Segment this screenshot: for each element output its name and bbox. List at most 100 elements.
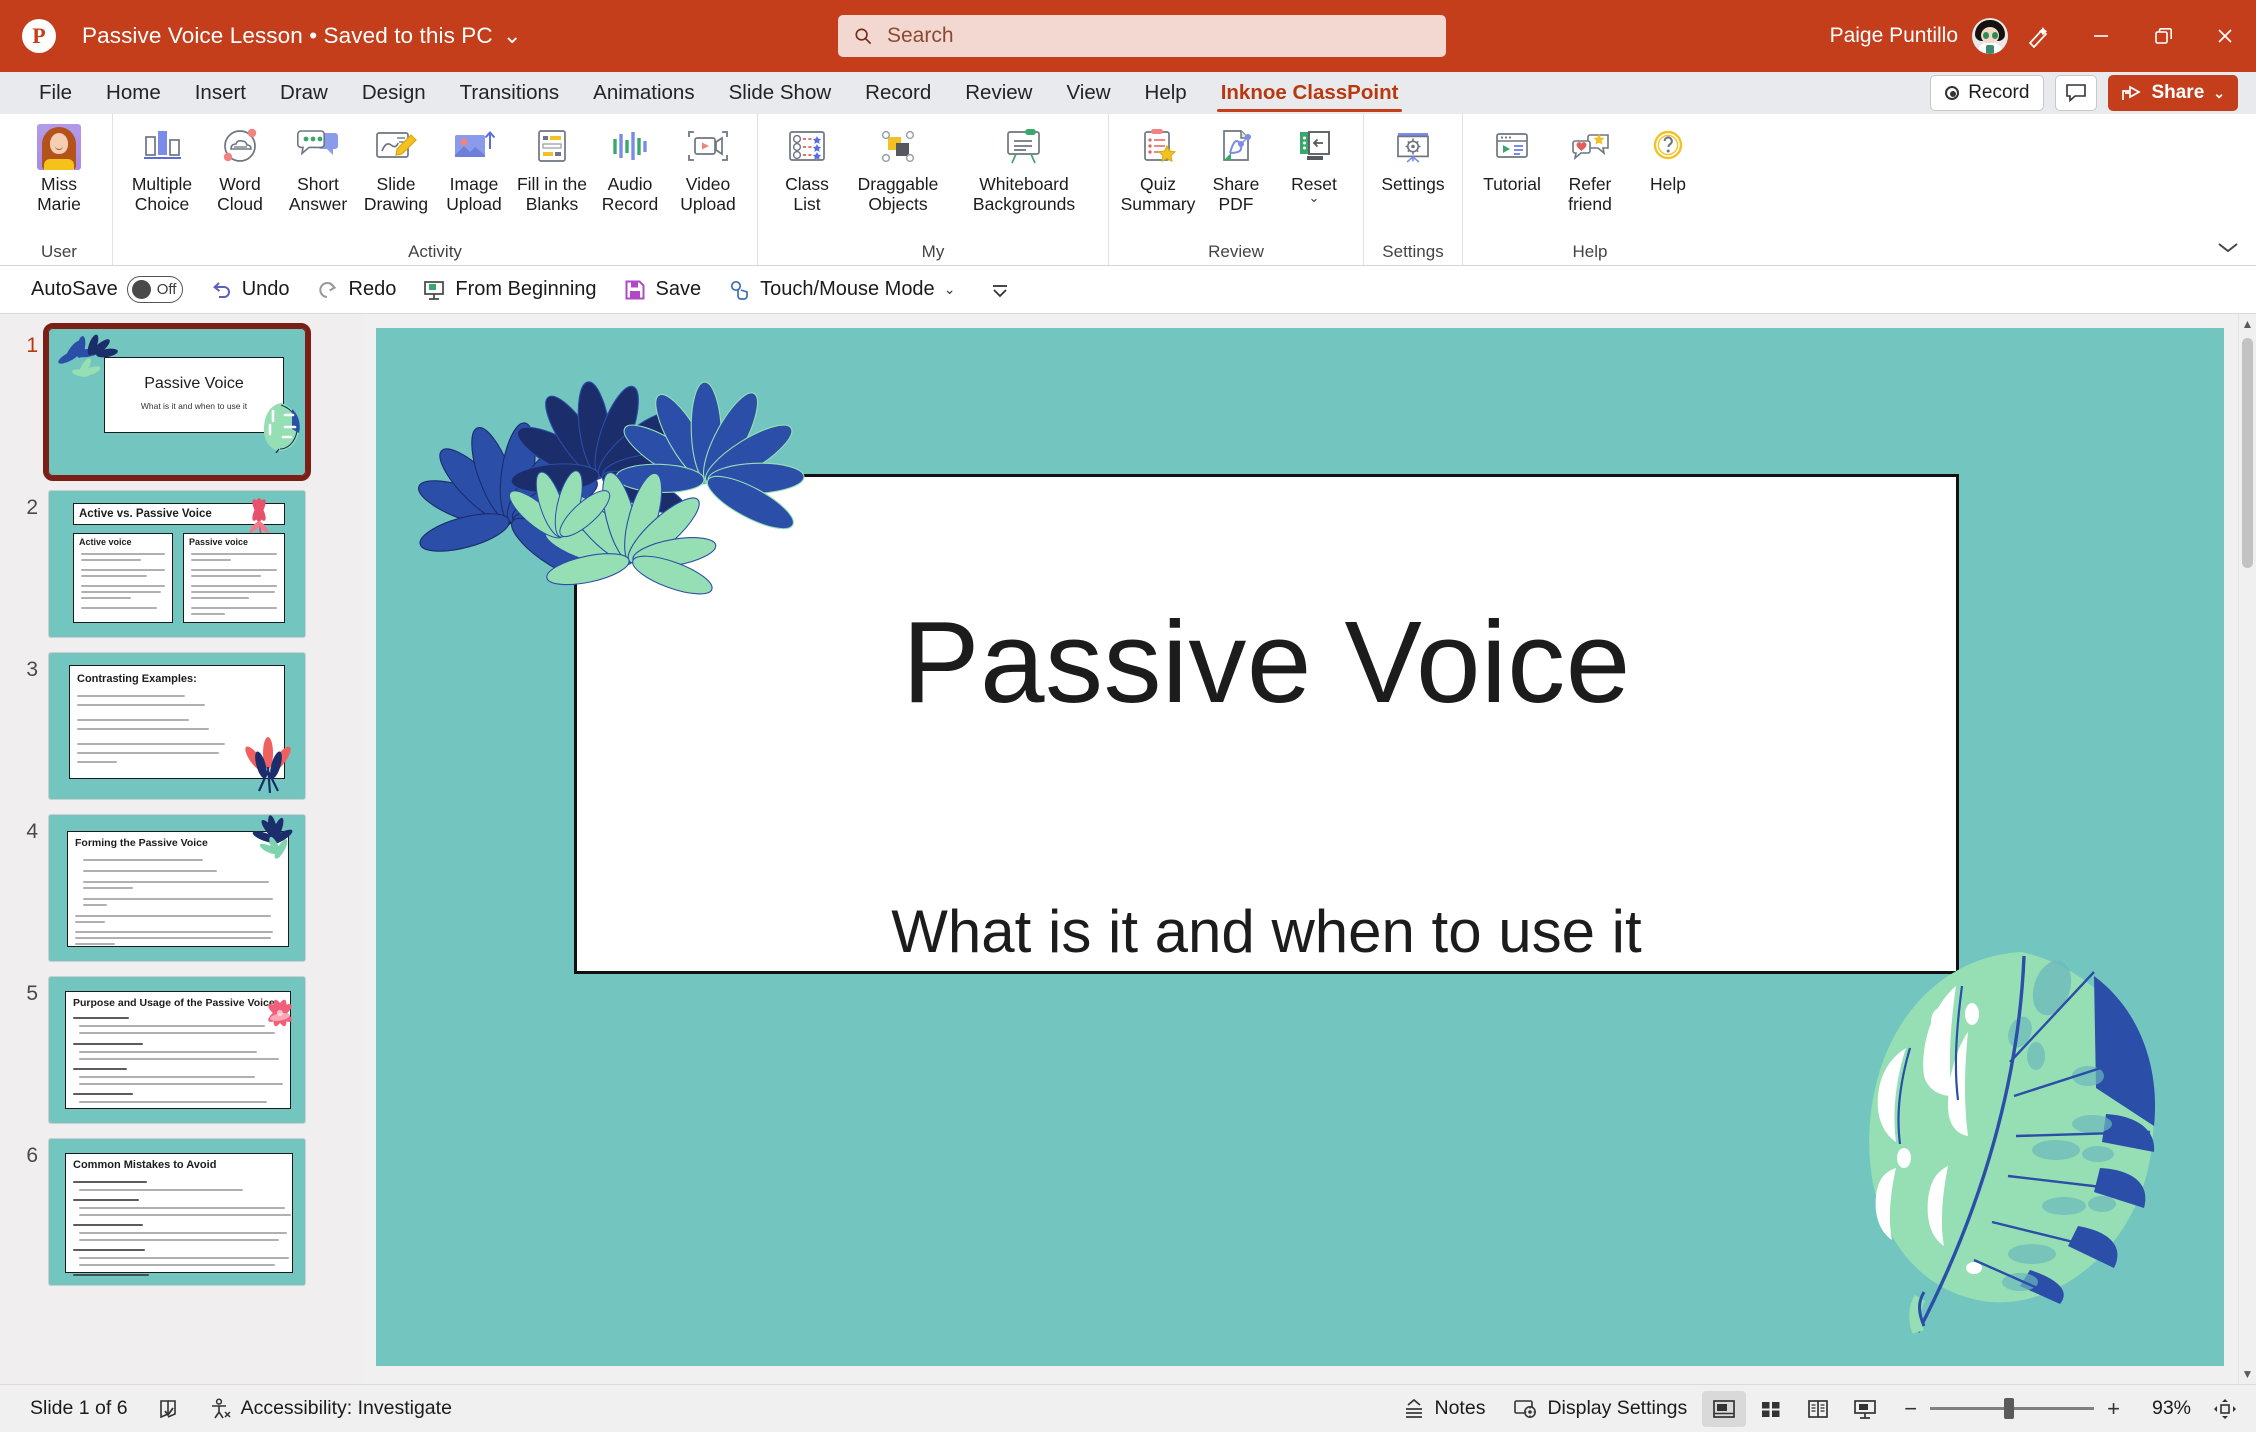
ribbon-item-refer-friend[interactable]: Refer friend [1551, 122, 1629, 214]
chevron-down-icon [2216, 240, 2240, 254]
ribbon-item-class-list[interactable]: Class List [768, 122, 846, 214]
tab-home[interactable]: Home [89, 72, 178, 114]
slide-title[interactable]: Passive Voice [577, 595, 1956, 729]
tab-draw[interactable]: Draw [263, 72, 345, 114]
tab-view[interactable]: View [1049, 72, 1127, 114]
status-bar: Slide 1 of 6 Accessibility: Investigate [0, 1384, 2256, 1432]
tab-file[interactable]: File [22, 72, 89, 114]
chevron-down-icon[interactable]: ⌄ [944, 281, 956, 298]
slide-canvas[interactable]: Passive Voice What is it and when to use… [376, 328, 2224, 1366]
slide-sorter-view-button[interactable] [1749, 1391, 1793, 1427]
ribbon-item-whiteboard-backgrounds[interactable]: Whiteboard Backgrounds [950, 122, 1098, 214]
slide-content-card[interactable]: Passive Voice What is it and when to use… [574, 474, 1959, 974]
zoom-control[interactable]: − + 93% [1904, 1397, 2238, 1421]
redo-button[interactable]: Redo [305, 272, 408, 308]
record-button[interactable]: Record [1930, 75, 2044, 111]
ribbon-item-slide-drawing[interactable]: Slide Drawing [357, 122, 435, 214]
document-title[interactable]: Passive Voice Lesson • Saved to this PC … [82, 23, 522, 49]
tab-transitions[interactable]: Transitions [443, 72, 577, 114]
touch-mouse-mode-button[interactable]: Touch/Mouse Mode ⌄ [716, 272, 966, 308]
thumbnail-row-2[interactable]: 2 Active vs. Passive Voice Active voice [0, 490, 362, 638]
autosave-toggle[interactable]: Off [127, 276, 183, 303]
ribbon-item-multiple-choice[interactable]: Multiple Choice [123, 122, 201, 214]
zoom-value[interactable]: 93% [2133, 1397, 2191, 1420]
collapse-ribbon-button[interactable] [2216, 240, 2240, 259]
thumbnail-slide-4[interactable]: Forming the Passive Voice [48, 814, 306, 962]
ribbon-item-tutorial[interactable]: Tutorial [1473, 122, 1551, 194]
chevron-down-icon[interactable]: ⌄ [2213, 85, 2225, 102]
thumbnail-slide-1[interactable]: Passive Voice What is it and when to use… [48, 328, 306, 476]
autosave-control[interactable]: AutoSave Off [20, 270, 194, 309]
zoom-in-icon[interactable]: + [2107, 1400, 2120, 1418]
ribbon-item-miss-marie[interactable]: Miss Marie [20, 122, 98, 214]
ribbon-item-short-answer[interactable]: Short Answer [279, 122, 357, 214]
restore-icon[interactable] [2132, 0, 2194, 72]
save-button[interactable]: Save [612, 272, 713, 308]
ribbon-item-fill-in-the-blanks[interactable]: Fill in the Blanks [513, 122, 591, 214]
zoom-out-icon[interactable]: − [1904, 1400, 1917, 1418]
undo-button[interactable]: Undo [198, 272, 301, 308]
chevron-down-icon[interactable]: ⌄ [1291, 194, 1337, 202]
accessibility-button[interactable]: Accessibility: Investigate [196, 1392, 464, 1426]
minimize-icon[interactable] [2070, 0, 2132, 72]
thumbnail-row-4[interactable]: 4 Forming the Passive Voice [0, 814, 362, 962]
thumbnail-row-5[interactable]: 5 Purpose and Usage of the Passive Voice [0, 976, 362, 1124]
slide-count[interactable]: Slide 1 of 6 [18, 1392, 140, 1425]
ribbon-item-label: Miss [37, 174, 81, 194]
spellcheck-button[interactable] [144, 1392, 192, 1426]
scroll-down-arrow-icon[interactable]: ▼ [2242, 1364, 2254, 1384]
close-icon[interactable] [2194, 0, 2256, 72]
tab-review[interactable]: Review [948, 72, 1049, 114]
more-commands-button[interactable] [978, 274, 1022, 306]
tab-design[interactable]: Design [345, 72, 443, 114]
comments-button[interactable] [2055, 75, 2097, 111]
zoom-slider-handle[interactable] [2004, 1398, 2014, 1419]
canvas-vertical-scrollbar[interactable]: ▲ ▼ [2238, 314, 2256, 1384]
tab-animations[interactable]: Animations [576, 72, 711, 114]
slide-thumbnail-pane[interactable]: 1 Passive Voice What is it and when to u… [0, 314, 362, 1384]
fit-to-window-button[interactable] [2212, 1397, 2238, 1421]
share-button[interactable]: Share ⌄ [2108, 75, 2238, 111]
scrollbar-thumb[interactable] [2242, 338, 2253, 568]
record-circle-icon [1945, 86, 1959, 100]
ribbon-item-share-pdf[interactable]: Share PDF [1197, 122, 1275, 214]
ribbon-item-draggable-objects[interactable]: Draggable Objects [846, 122, 950, 214]
ribbon-display-options-icon[interactable] [2008, 0, 2070, 72]
zoom-slider[interactable] [1930, 1407, 2094, 1410]
scroll-up-arrow-icon[interactable]: ▲ [2242, 314, 2254, 334]
tab-insert[interactable]: Insert [178, 72, 263, 114]
ribbon-item-video-upload[interactable]: Video Upload [669, 122, 747, 214]
avatar[interactable] [1972, 18, 2008, 54]
fit-to-window-icon [2212, 1397, 2238, 1421]
ribbon-item-quiz-summary[interactable]: Quiz Summary [1119, 122, 1197, 214]
tab-slide-show[interactable]: Slide Show [712, 72, 849, 114]
ribbon-item-help[interactable]: Help [1629, 122, 1707, 194]
thumbnail-row-3[interactable]: 3 Contrasting Examples: [0, 652, 362, 800]
thumbnail-slide-2[interactable]: Active vs. Passive Voice Active voice Pa [48, 490, 306, 638]
tab-record[interactable]: Record [848, 72, 948, 114]
ribbon-item-word-cloud[interactable]: Word Cloud [201, 122, 279, 214]
ribbon-item-image-upload[interactable]: Image Upload [435, 122, 513, 214]
reading-view-button[interactable] [1796, 1391, 1840, 1427]
ribbon-item-settings[interactable]: Settings [1374, 122, 1452, 194]
display-settings-button[interactable]: Display Settings [1500, 1392, 1699, 1426]
ribbon-item-label-2: Record [602, 194, 658, 214]
ribbon-item-reset[interactable]: Reset ⌄ [1275, 122, 1353, 202]
thumbnail-slide-3[interactable]: Contrasting Examples: [48, 652, 306, 800]
search-input[interactable] [887, 24, 1430, 48]
slideshow-view-button[interactable] [1843, 1391, 1887, 1427]
ribbon-item-audio-record[interactable]: Audio Record [591, 122, 669, 214]
thumbnail-slide-5[interactable]: Purpose and Usage of the Passive Voice [48, 976, 306, 1124]
normal-view-button[interactable] [1702, 1391, 1746, 1427]
thumbnail-row-1[interactable]: 1 Passive Voice What is it and when to u… [0, 328, 362, 476]
thumbnail-slide-6[interactable]: Common Mistakes to Avoid [48, 1138, 306, 1286]
slide-subtitle[interactable]: What is it and when to use it [577, 897, 1956, 966]
chevron-down-icon[interactable]: ⌄ [503, 23, 522, 49]
thumbnail-row-6[interactable]: 6 Common Mistakes to Avoid [0, 1138, 362, 1286]
from-beginning-button[interactable]: From Beginning [411, 272, 607, 308]
word-cloud-icon [218, 127, 262, 167]
tab-inknoe-classpoint[interactable]: Inknoe ClassPoint [1204, 72, 1416, 114]
notes-button[interactable]: Notes [1390, 1392, 1498, 1426]
search-box[interactable] [838, 15, 1446, 57]
tab-help[interactable]: Help [1128, 72, 1204, 114]
